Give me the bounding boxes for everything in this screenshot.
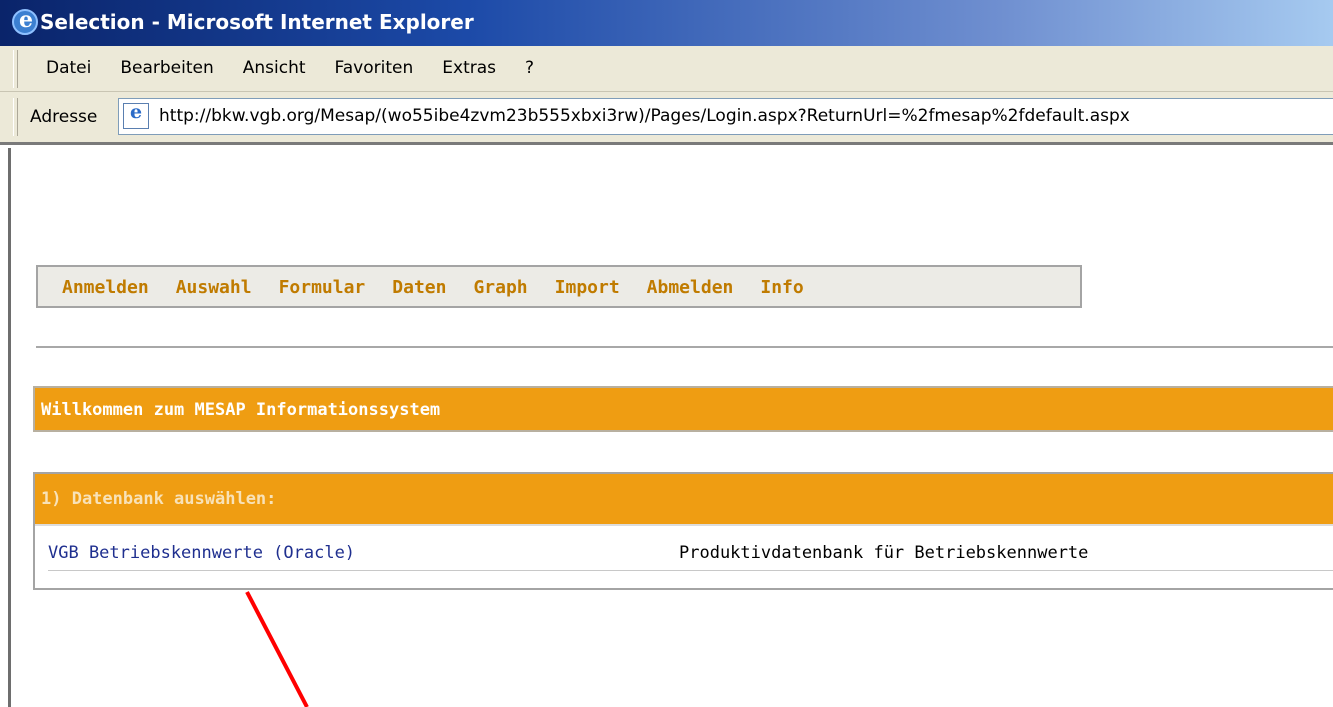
menu-item-bearbeiten[interactable]: Bearbeiten: [120, 58, 213, 78]
welcome-banner: Willkommen zum MESAP Informationssystem: [33, 386, 1333, 432]
database-selection-panel: 1) Datenbank auswählen: VGB Betriebskenn…: [33, 472, 1333, 590]
address-bar: Adresse http://bkw.vgb.org/Mesap/(wo55ib…: [0, 92, 1333, 145]
nav-daten[interactable]: Daten: [392, 277, 446, 298]
content-frame-border: [8, 148, 11, 707]
page-icon: [123, 101, 149, 129]
menu-item-favoriten[interactable]: Favoriten: [335, 58, 414, 78]
row-divider: [48, 570, 1333, 571]
welcome-text: Willkommen zum MESAP Informationssystem: [41, 400, 441, 420]
site-nav: Anmelden Auswahl Formular Daten Graph Im…: [36, 265, 1082, 308]
nav-abmelden[interactable]: Abmelden: [647, 277, 734, 298]
menu-item-datei[interactable]: Datei: [46, 58, 91, 78]
nav-auswahl[interactable]: Auswahl: [176, 277, 252, 298]
address-label: Adresse: [30, 107, 98, 127]
address-url[interactable]: http://bkw.vgb.org/Mesap/(wo55ibe4zvm23b…: [159, 106, 1130, 126]
menu-item-extras[interactable]: Extras: [442, 58, 496, 78]
database-panel-header: 1) Datenbank auswählen:: [35, 474, 1333, 526]
ie-icon[interactable]: [12, 7, 38, 35]
database-panel-title: 1) Datenbank auswählen:: [41, 489, 277, 509]
nav-graph[interactable]: Graph: [473, 277, 527, 298]
toolbar-grip[interactable]: [13, 98, 18, 136]
window-title: Selection - Microsoft Internet Explorer: [40, 10, 474, 34]
window-title-bar: Selection - Microsoft Internet Explorer: [0, 0, 1333, 46]
menu-item-ansicht[interactable]: Ansicht: [243, 58, 306, 78]
nav-import[interactable]: Import: [555, 277, 620, 298]
nav-anmelden[interactable]: Anmelden: [62, 277, 149, 298]
nav-info[interactable]: Info: [760, 277, 803, 298]
toolbar-grip[interactable]: [13, 50, 18, 88]
database-link[interactable]: VGB Betriebskennwerte (Oracle): [48, 543, 355, 563]
menu-bar: Datei Bearbeiten Ansicht Favoriten Extra…: [0, 46, 1333, 92]
database-description: Produktivdatenbank für Betriebskennwerte: [679, 543, 1089, 563]
menu-item-help[interactable]: ?: [525, 58, 534, 78]
nav-formular[interactable]: Formular: [279, 277, 366, 298]
address-field[interactable]: http://bkw.vgb.org/Mesap/(wo55ibe4zvm23b…: [118, 98, 1333, 135]
divider: [36, 346, 1333, 348]
annotation-arrow-line: [245, 591, 309, 707]
